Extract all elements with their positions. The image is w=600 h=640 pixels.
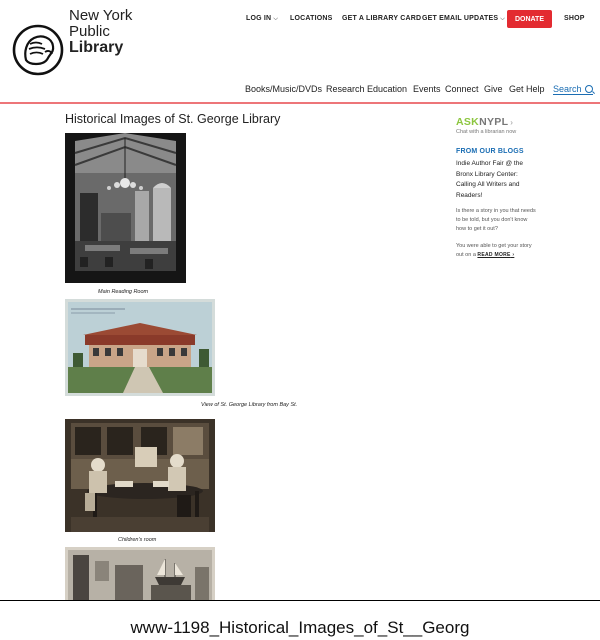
nav-events[interactable]: Events: [413, 84, 441, 94]
nypl-lion-logo[interactable]: [12, 24, 64, 76]
chevron-down-icon: ⌵: [273, 16, 279, 22]
nav-education[interactable]: Education: [367, 84, 407, 94]
locations-link[interactable]: LOCATIONS: [290, 15, 333, 22]
page-title: Historical Images of St. George Library: [65, 112, 281, 126]
photo-main-reading-room[interactable]: [65, 133, 186, 283]
nav-give[interactable]: Give: [484, 84, 503, 94]
blog-post-excerpt-2: You were able to get your story out on a…: [456, 242, 538, 260]
ask-nypl-link[interactable]: ASKNYPL ›: [456, 116, 513, 128]
footer-divider: [0, 600, 600, 601]
read-more-link[interactable]: READ MORE ›: [477, 252, 514, 258]
blog-post-title[interactable]: Indie Author Fair @ the Bronx Library Ce…: [456, 159, 538, 201]
shop-link[interactable]: SHOP: [564, 15, 585, 22]
chevron-down-icon: ⌵: [500, 16, 506, 22]
nav-get-help[interactable]: Get Help: [509, 84, 545, 94]
from-our-blogs-heading: FROM OUR BLOGS: [456, 148, 524, 155]
nav-search[interactable]: Search: [553, 84, 593, 95]
search-icon: [584, 85, 593, 93]
blog-post-excerpt-1: Is there a story in you that needs to be…: [456, 208, 536, 232]
chat-librarian-link[interactable]: Chat with a librarian now: [456, 129, 516, 135]
photo-view-from-bay-st[interactable]: [65, 299, 215, 396]
caption-view-from-bay-st: View of St. George Library from Bay St.: [201, 402, 298, 408]
nav-research[interactable]: Research: [326, 84, 365, 94]
log-in-link[interactable]: LOG IN ⌵: [246, 15, 278, 23]
photo-childrens-room[interactable]: [65, 419, 215, 532]
caption-main-reading-room: Main Reading Room: [98, 289, 149, 295]
email-updates-label: GET EMAIL UPDATES: [422, 15, 499, 22]
main-nav: Books/Music/DVDs Research Education Even…: [0, 84, 600, 98]
log-in-label: LOG IN: [246, 15, 272, 22]
ask-nypl-nypl: NYPL: [479, 116, 509, 128]
read-more-label: READ MORE: [477, 252, 511, 258]
page: New York Public Library LOG IN ⌵ LOCATION…: [0, 0, 600, 600]
brand-line-3: Library: [69, 39, 124, 56]
photo-fourth[interactable]: [65, 547, 215, 600]
nav-books-music-dvds[interactable]: Books/Music/DVDs: [245, 84, 322, 94]
screenshot-label: www-1198_Historical_Images_of_St__Georg: [130, 618, 470, 637]
ask-nypl-ask: ASK: [456, 116, 480, 128]
caption-childrens-room: Children's room: [118, 537, 157, 543]
donate-button[interactable]: DONATE: [507, 10, 552, 28]
email-updates-link[interactable]: GET EMAIL UPDATES ⌵: [422, 15, 505, 23]
nav-connect[interactable]: Connect: [445, 84, 479, 94]
header-divider: [0, 102, 600, 104]
chevron-right-icon: ›: [510, 118, 514, 127]
search-label: Search: [553, 84, 582, 94]
library-card-link[interactable]: GET A LIBRARY CARD: [342, 15, 421, 22]
